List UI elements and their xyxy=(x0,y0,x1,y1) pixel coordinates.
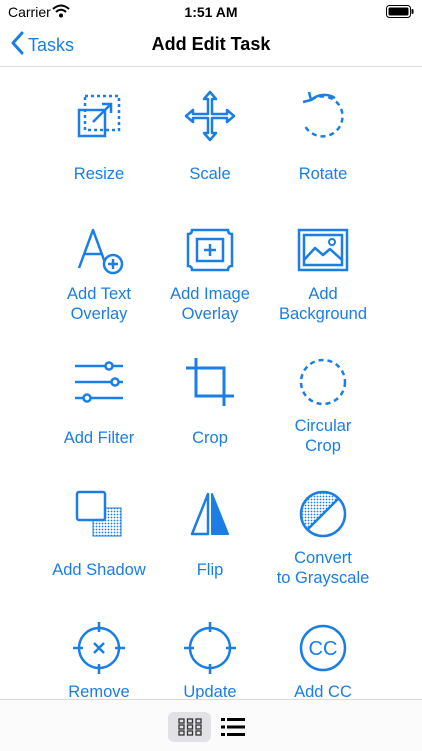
tile-label: Add Background xyxy=(278,285,368,323)
cc-icon: CC xyxy=(299,624,347,672)
shadow-icon xyxy=(75,490,122,537)
resize-icon xyxy=(77,94,121,138)
filter-sliders-icon xyxy=(75,361,123,403)
tile-rotate[interactable]: Rotate xyxy=(253,88,393,183)
tile-label: Rotate xyxy=(298,165,348,183)
tile-label: Circular Crop xyxy=(294,417,352,455)
grayscale-icon xyxy=(299,490,347,538)
tile-circular-crop[interactable]: Circular Crop xyxy=(253,354,393,455)
update-target-icon xyxy=(184,622,236,674)
tile-convert-grayscale[interactable]: Convert to Grayscale xyxy=(253,486,393,587)
image-overlay-icon xyxy=(186,228,234,272)
flip-icon xyxy=(190,492,229,536)
remove-target-icon xyxy=(73,622,125,674)
tile-label: Convert to Grayscale xyxy=(276,549,370,587)
battery-icon xyxy=(386,5,414,21)
tile-add-cc[interactable]: CC Add CC xyxy=(253,620,393,699)
task-grid: Resize Scale Rotate Add Text Overlay Add… xyxy=(0,66,422,699)
status-bar: Carrier 1:51 AM xyxy=(0,0,422,24)
svg-text:CC: CC xyxy=(309,638,338,660)
view-mode-toggle xyxy=(168,712,254,742)
scale-icon xyxy=(184,90,236,142)
text-overlay-icon xyxy=(77,228,124,275)
grid-view-icon xyxy=(177,718,202,736)
circular-crop-icon xyxy=(299,358,347,406)
background-icon xyxy=(297,228,349,272)
tile-add-background[interactable]: Add Background xyxy=(253,222,393,323)
rotate-icon xyxy=(302,91,344,138)
crop-icon xyxy=(186,358,234,406)
list-view-button[interactable] xyxy=(211,712,254,742)
navigation-bar: Tasks Add Edit Task xyxy=(0,24,422,67)
bottom-toolbar xyxy=(0,699,422,751)
page-title: Add Edit Task xyxy=(151,34,271,54)
tile-label: Add CC xyxy=(294,683,352,699)
grid-view-button[interactable] xyxy=(168,712,211,742)
list-view-icon xyxy=(220,718,245,736)
clock: 1:51 AM xyxy=(184,4,238,20)
